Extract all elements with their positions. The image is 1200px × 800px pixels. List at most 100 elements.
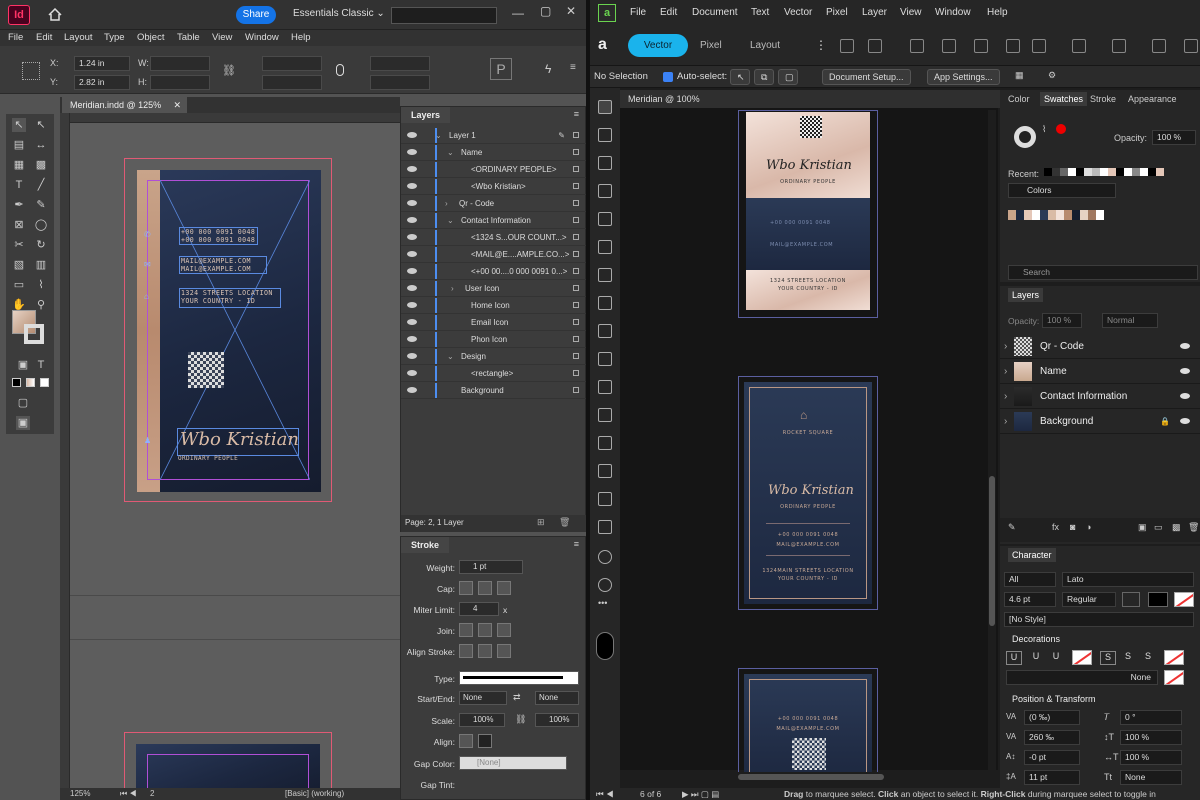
- page-nav-arrows[interactable]: ⏮ ◀: [120, 788, 137, 800]
- eye-icon[interactable]: [407, 387, 417, 393]
- tab-character[interactable]: Character: [1008, 548, 1056, 562]
- gear-icon[interactable]: ⚙: [1048, 70, 1056, 81]
- eye-icon[interactable]: [407, 268, 417, 274]
- menu-window[interactable]: Window: [245, 32, 279, 43]
- paint-brush-icon[interactable]: [598, 324, 612, 338]
- normal-mode-icon[interactable]: ▣: [16, 416, 30, 430]
- font-size-field[interactable]: 4.6 pt: [1004, 592, 1056, 607]
- stroke-swatch[interactable]: [24, 324, 44, 344]
- eye-icon[interactable]: [1180, 368, 1190, 374]
- rectangle-tool-icon[interactable]: [598, 352, 612, 366]
- round-cap-button[interactable]: [478, 581, 492, 595]
- palette-swatch[interactable]: [1040, 210, 1048, 220]
- recent-swatch[interactable]: [1156, 168, 1164, 176]
- layout-persona-button[interactable]: Layout: [750, 40, 780, 51]
- page-nav-start[interactable]: ⏮ ◀: [596, 788, 614, 800]
- menu-type[interactable]: Type: [104, 32, 125, 43]
- arrange-icon[interactable]: [1072, 39, 1086, 53]
- vertical-scroll-thumb[interactable]: [989, 476, 995, 626]
- group-icon[interactable]: ▣: [1138, 522, 1147, 533]
- recent-swatch[interactable]: [1044, 168, 1052, 176]
- node-tool-icon[interactable]: [598, 156, 612, 170]
- bevel-join-button[interactable]: [497, 623, 511, 637]
- af-menu-help[interactable]: Help: [987, 7, 1008, 18]
- layer-row[interactable]: › User Icon: [401, 280, 586, 297]
- control-menu-icon[interactable]: ≡: [570, 62, 576, 73]
- affinity-canvas[interactable]: Wbo Kristian ORDINARY PEOPLE +00 000 009…: [620, 108, 998, 778]
- horizontal-scroll-thumb[interactable]: [738, 774, 884, 780]
- qr-code[interactable]: [188, 352, 224, 388]
- selection-tool-icon[interactable]: ↖: [12, 118, 26, 132]
- expand-arrow-icon[interactable]: ›: [451, 280, 454, 297]
- layer-row[interactable]: ⌄ Contact Information: [401, 212, 586, 229]
- eye-icon[interactable]: [407, 319, 417, 325]
- horizontal-scale-field[interactable]: 100 %: [1120, 750, 1182, 765]
- expand-chevron-icon[interactable]: ›: [1004, 384, 1007, 409]
- home-icon[interactable]: [48, 7, 62, 21]
- recent-swatch[interactable]: [1068, 168, 1076, 176]
- selection-square-icon[interactable]: [573, 353, 579, 359]
- boolean-divide-icon[interactable]: [1032, 39, 1046, 53]
- recent-swatch[interactable]: [1116, 168, 1124, 176]
- layer-row[interactable]: <1324 S...OUR COUNT...>: [401, 229, 586, 246]
- palette-swatch[interactable]: [1064, 210, 1072, 220]
- af-layer-row[interactable]: › Background 🔒: [1000, 409, 1200, 434]
- af-menu-vector[interactable]: Vector: [784, 7, 812, 18]
- folder-icon[interactable]: ▭: [1154, 522, 1163, 533]
- more-tools-icon[interactable]: •••: [598, 598, 607, 608]
- panel-menu-icon[interactable]: ≡: [574, 109, 579, 119]
- select-group-button[interactable]: ⧉: [754, 69, 774, 85]
- af-layer-row[interactable]: › Contact Information: [1000, 384, 1200, 409]
- trash-icon[interactable]: 🗑: [559, 517, 570, 528]
- eye-icon[interactable]: [407, 251, 417, 257]
- character-style-select[interactable]: [No Style]: [1004, 612, 1194, 627]
- vector-brush-icon[interactable]: [598, 296, 612, 310]
- selection-square-icon[interactable]: [573, 370, 579, 376]
- panel-menu-icon[interactable]: ≡: [574, 539, 579, 549]
- shape-builder-icon[interactable]: [598, 212, 612, 226]
- af-menu-pixel[interactable]: Pixel: [826, 7, 848, 18]
- flip-horizontal-icon[interactable]: [1112, 39, 1126, 53]
- gradient-feather-icon[interactable]: ▥: [34, 258, 48, 272]
- fill-stroke-wells[interactable]: [1014, 126, 1036, 148]
- scissors-tool-icon[interactable]: ✂: [12, 238, 26, 252]
- af-menu-window[interactable]: Window: [935, 7, 971, 18]
- font-family-select[interactable]: Lato: [1062, 572, 1194, 587]
- eyedropper-tool-icon[interactable]: [598, 520, 612, 534]
- recent-swatch[interactable]: [1084, 168, 1092, 176]
- palette-swatch[interactable]: [1056, 210, 1064, 220]
- content-placer-icon[interactable]: ▩: [34, 158, 48, 172]
- document-setup-button[interactable]: Document Setup...: [822, 69, 911, 85]
- horizontal-scrollbar[interactable]: [620, 772, 998, 782]
- app-settings-button[interactable]: App Settings...: [927, 69, 1000, 85]
- grid-icon[interactable]: [868, 39, 882, 53]
- layer-row[interactable]: Home Icon: [401, 297, 586, 314]
- expand-chevron-icon[interactable]: ›: [1004, 409, 1007, 434]
- boolean-xor-icon[interactable]: [1006, 39, 1020, 53]
- page-number[interactable]: 2: [150, 788, 154, 800]
- gap-tool-icon[interactable]: ↔: [34, 138, 48, 152]
- af-menu-text[interactable]: Text: [751, 7, 769, 18]
- vertical-scale-field[interactable]: 100 %: [1120, 730, 1182, 745]
- layer-row[interactable]: Email Icon: [401, 314, 586, 331]
- menu-edit[interactable]: Edit: [36, 32, 52, 43]
- zoom-level[interactable]: 125%: [70, 788, 90, 800]
- palette-swatch[interactable]: [1080, 210, 1088, 220]
- eye-icon[interactable]: [1180, 393, 1190, 399]
- tab-color[interactable]: Color: [1008, 94, 1030, 104]
- eye-icon[interactable]: [407, 200, 417, 206]
- eyedropper-tool-icon[interactable]: ⌇: [34, 278, 48, 292]
- expand-arrow-icon[interactable]: ⌄: [447, 348, 454, 365]
- strike-color[interactable]: [1164, 650, 1184, 665]
- close-icon[interactable]: ✕: [566, 4, 576, 18]
- workspace-switcher[interactable]: Essentials Classic ⌄: [293, 8, 385, 19]
- tracking-field[interactable]: 260 ‰: [1024, 730, 1080, 745]
- projecting-cap-button[interactable]: [497, 581, 511, 595]
- layer-row[interactable]: Background: [401, 382, 586, 399]
- pattern-icon[interactable]: ▩: [1172, 522, 1181, 533]
- lightning-icon[interactable]: ϟ: [545, 62, 551, 76]
- content-collector-icon[interactable]: ▦: [12, 158, 26, 172]
- eye-icon[interactable]: [407, 302, 417, 308]
- underline-color[interactable]: [1072, 650, 1092, 665]
- menu-object[interactable]: Object: [137, 32, 164, 43]
